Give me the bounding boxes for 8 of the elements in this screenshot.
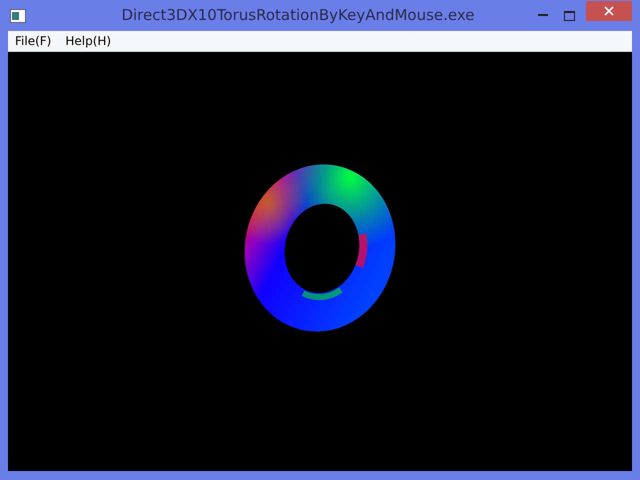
menu-item[interactable]: Help(H) [58, 32, 118, 50]
maximize-icon [564, 10, 574, 20]
close-button[interactable] [586, 0, 632, 20]
app-icon[interactable] [10, 8, 26, 22]
window-title: Direct3DX10TorusRotationByKeyAndMouse.exe [120, 5, 476, 26]
close-icon [604, 6, 614, 16]
menu-item[interactable]: File(F) [8, 32, 58, 50]
minimize-icon [538, 14, 548, 17]
